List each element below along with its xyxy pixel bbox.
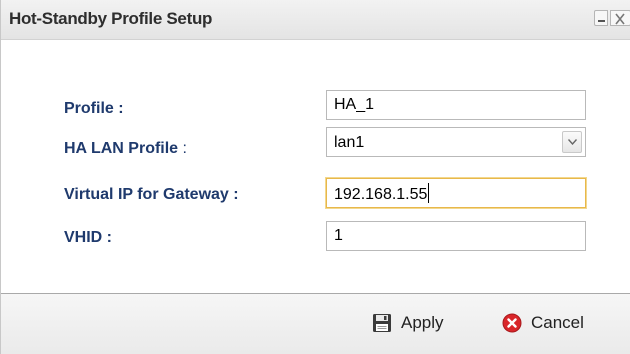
profile-label: Profile : [64, 100, 124, 117]
ha-lan-profile-selected-value: lan1 [334, 134, 365, 151]
ha-lan-profile-label-text: HA LAN Profile [64, 140, 179, 157]
close-icon[interactable] [610, 10, 630, 26]
profile-input[interactable] [326, 90, 586, 120]
cancel-label: Cancel [531, 313, 584, 332]
apply-button[interactable]: Apply [372, 310, 444, 336]
text-caret [428, 183, 430, 203]
vhid-input[interactable] [326, 221, 586, 251]
ha-lan-profile-label: HA LAN Profile : [64, 140, 187, 158]
dialog-title: Hot-Standby Profile Setup [9, 9, 213, 28]
virtual-ip-value: 192.168.1.55 [334, 186, 428, 203]
dialog-footer: Apply Cancel [1, 293, 630, 354]
cancel-circle-icon [502, 313, 522, 333]
apply-label: Apply [401, 313, 444, 332]
chevron-down-icon[interactable] [562, 131, 582, 153]
virtual-ip-label: Virtual IP for Gateway : [64, 186, 239, 203]
ha-lan-profile-select[interactable]: lan1 [326, 127, 586, 157]
ha-lan-profile-label-colon: : [178, 140, 187, 157]
virtual-ip-input[interactable]: 192.168.1.55 [326, 178, 586, 208]
floppy-disk-icon [372, 313, 392, 333]
hot-standby-profile-dialog: Hot-Standby Profile Setup Profile : HA L… [0, 0, 630, 354]
minimize-icon[interactable] [594, 10, 608, 26]
vhid-label: VHID : [64, 229, 112, 246]
cancel-button[interactable]: Cancel [502, 310, 584, 336]
dialog-titlebar[interactable]: Hot-Standby Profile Setup [1, 0, 630, 40]
